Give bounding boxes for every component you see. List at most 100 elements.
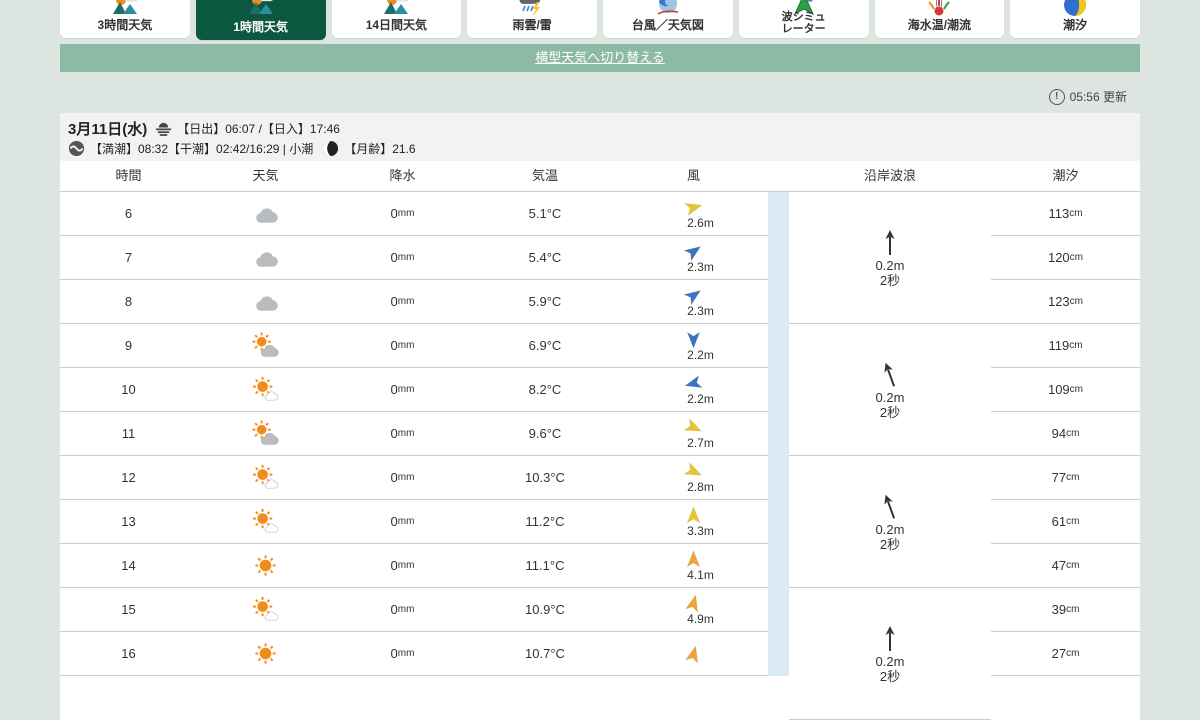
tab-3[interactable]: 14日間天気 [331, 0, 462, 38]
wind-cell: 4.9m [619, 588, 768, 632]
hour-cell: 16 [60, 632, 197, 676]
weather-scene-icon [248, 0, 274, 18]
temp-cell: 6.9°C [471, 324, 619, 368]
tide-cell: 109 cm [991, 368, 1140, 412]
wave-period: 2秒 [879, 536, 901, 552]
temp-cell: 5.9°C [471, 280, 619, 324]
forecast-table: 6 0 mm 5.1°C 2.6m 113 cm 7 0 mm 5.4°C 2.3m 120 cm… [60, 192, 1140, 720]
tide-moon-icon [1062, 0, 1088, 18]
wind-direction-arrow [686, 331, 701, 349]
wave-direction-arrow [884, 494, 896, 519]
tab-4[interactable]: 雨雲/雷 [467, 0, 597, 38]
weather-cell [197, 588, 334, 632]
wave-direction-arrow [885, 625, 895, 651]
precip-cell: 0 mm [334, 456, 471, 500]
wave-height: 0.2m [875, 257, 905, 273]
banner: 横型天気へ切り替える [60, 44, 1140, 72]
tab-6[interactable]: 波シミュ レーター [738, 0, 869, 38]
tide-cell: 119 cm [991, 324, 1140, 368]
wind-cell: 2.2m [619, 324, 768, 368]
col-temp: 気温 [531, 168, 558, 183]
temp-cell: 5.4°C [471, 236, 619, 280]
tab-2[interactable]: 1時間天気 [195, 0, 326, 40]
hour-cell: 12 [60, 456, 197, 500]
temp-cell: 11.2°C [471, 500, 619, 544]
sunny-icon [255, 643, 276, 664]
wind-cell: 2.2m [619, 368, 768, 412]
cloudy-icon [256, 208, 278, 223]
col-time: 時間 [115, 168, 142, 183]
hour-cell: 6 [60, 192, 197, 236]
tide-cell: 47 cm [991, 544, 1140, 588]
hour-cell: 11 [60, 412, 197, 456]
tab-label: 1時間天気 [233, 20, 288, 34]
typhoon-icon [655, 0, 681, 18]
tab-label: 台風／天気図 [631, 18, 704, 32]
precip-cell: 0 mm [334, 236, 471, 280]
mostly-sunny-icon [252, 596, 279, 621]
temp-cell: 10.7°C [471, 632, 619, 676]
wind-cell: 2.3m [619, 280, 768, 324]
wave-period: 2秒 [879, 272, 901, 288]
wave-direction-arrow [885, 229, 895, 255]
weather-cell [197, 456, 334, 500]
precip-cell: 0 mm [334, 544, 471, 588]
tab-5[interactable]: 台風／天気図 [603, 0, 733, 38]
tide-cell: 39 cm [991, 588, 1140, 632]
wave-separator-strip [768, 192, 789, 676]
switch-layout-link[interactable]: 横型天気へ切り替える [535, 50, 665, 65]
wind-direction-arrow [684, 202, 703, 216]
wave-period: 2秒 [879, 404, 901, 420]
temp-cell: 10.3°C [471, 456, 619, 500]
date-header: 3月11日(水) 【日出】06:07 /【日入】17:46 【満潮】08:32【… [60, 113, 1140, 161]
temp-cell: 8.2°C [471, 368, 619, 412]
tab-8[interactable]: 潮汐 [1010, 0, 1140, 38]
sunny-icon [255, 555, 276, 576]
precip-cell: 0 mm [334, 192, 471, 236]
mostly-sunny-icon [252, 508, 279, 533]
col-weather: 天気 [252, 168, 279, 183]
wind-cell: 2.8m [619, 456, 768, 500]
tide-cell: 77 cm [991, 456, 1140, 500]
tab-label: 3時間天気 [97, 18, 153, 32]
wind-direction-arrow [684, 374, 703, 388]
sea-temp-icon [926, 0, 952, 18]
hour-cell: 7 [60, 236, 197, 280]
weather-cell [197, 236, 334, 280]
temp-cell: 10.9°C [471, 588, 619, 632]
info-icon: ! [1048, 88, 1065, 105]
update-status: ! 05:56 更新 [1048, 88, 1127, 105]
wave-group-6-8: 0.2m 2秒 [789, 192, 991, 324]
tab-label: 波シミュ レーター [781, 11, 826, 35]
moon-age: 【月齢】21.6 [344, 141, 416, 156]
wave-group-9-11: 0.2m 2秒 [789, 324, 991, 456]
wave-group-15-17: 0.2m 2秒 [789, 588, 991, 720]
precip-cell: 0 mm [334, 324, 471, 368]
mostly-sunny-icon [252, 376, 279, 401]
wind-cell: 4.1m [619, 544, 768, 588]
tab-label: 海水温/潮流 [907, 18, 972, 32]
wave-direction-arrow [884, 362, 896, 387]
moon-icon [323, 140, 339, 156]
tide-cell: 94 cm [991, 412, 1140, 456]
tide-cell: 113 cm [991, 192, 1140, 236]
hour-cell: 15 [60, 588, 197, 632]
col-tide: 潮汐 [1052, 168, 1079, 183]
weather-cell [197, 500, 334, 544]
precip-cell: 0 mm [334, 632, 471, 676]
weather-cell [197, 412, 334, 456]
weather-cell [197, 544, 334, 588]
cloudy-icon [256, 296, 278, 311]
wind-direction-arrow [686, 549, 701, 567]
weather-cell [197, 324, 334, 368]
weather-scene-icon [112, 0, 138, 18]
weather-cell [197, 192, 334, 236]
table-header: 時間 天気 降水 気温 風 沿岸波浪 潮汐 [60, 161, 1140, 192]
wave-period: 2秒 [879, 668, 901, 684]
wind-cell: 2.6m [619, 192, 768, 236]
tab-1[interactable]: 3時間天気 [60, 0, 190, 38]
tide-times: 【満潮】08:32【干潮】02:42/16:29 | 小潮 [90, 141, 314, 156]
wave-height: 0.2m [875, 389, 905, 405]
tab-7[interactable]: 海水温/潮流 [874, 0, 1005, 38]
weather-cell [197, 632, 334, 676]
